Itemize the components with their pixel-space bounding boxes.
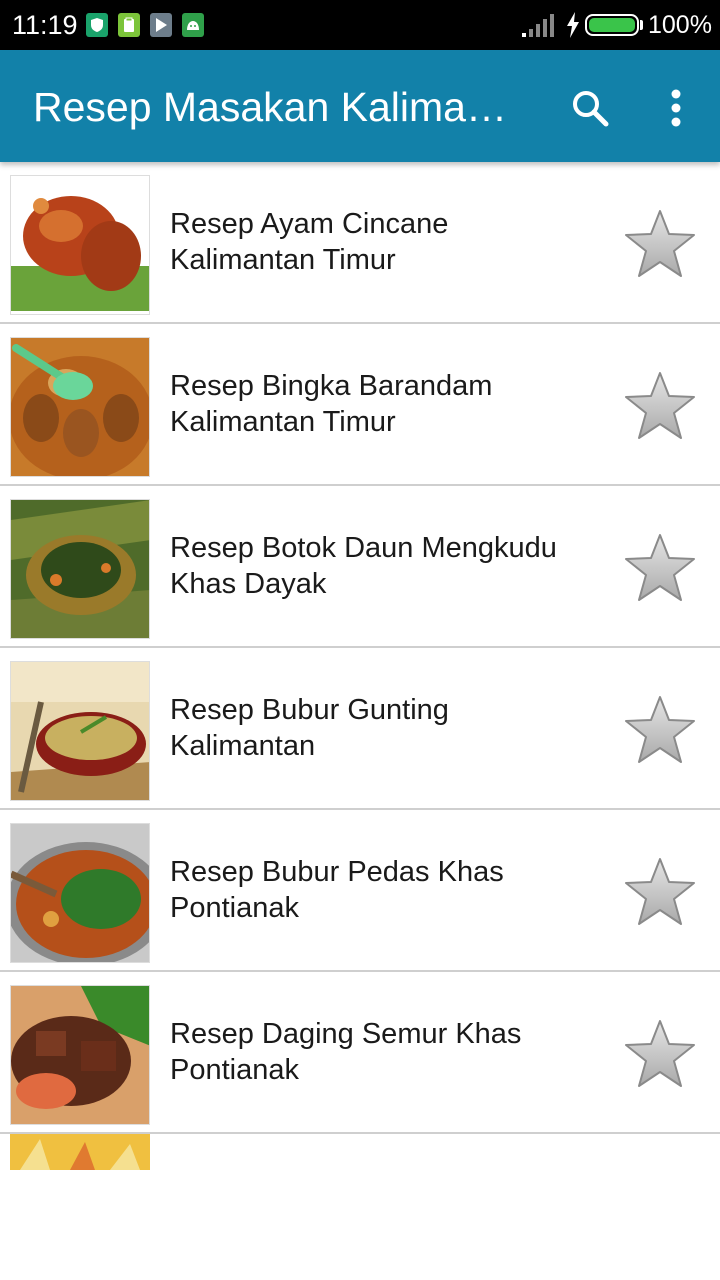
recipe-list-item[interactable]: Resep Ayam Cincane Kalimantan Timur (0, 162, 720, 324)
recipe-thumbnail (10, 985, 150, 1125)
overflow-menu-button[interactable] (648, 80, 704, 136)
recipe-list-item[interactable]: Resep Daging Semur Khas Pontianak (0, 972, 720, 1134)
recipe-title: Resep Bubur Gunting Kalimantan (170, 694, 449, 762)
recipe-list-item[interactable]: Resep Bubur Pedas Khas Pontianak (0, 810, 720, 972)
search-icon (573, 91, 609, 127)
star-icon[interactable] (622, 694, 698, 766)
recipe-title: Resep Ayam Cincane Kalimantan Timur (170, 208, 449, 276)
battery-fill (589, 18, 635, 32)
star-icon[interactable] (622, 370, 698, 442)
recipe-title: Resep Daging Semur Khas Pontianak (170, 1018, 522, 1086)
charging-icon (567, 12, 579, 38)
status-time: 11:19 (12, 10, 78, 40)
search-button[interactable] (562, 80, 618, 136)
app-bar: Resep Masakan Kalima… (0, 50, 720, 162)
recipe-thumbnail (10, 1134, 150, 1170)
clipboard-icon (118, 13, 140, 37)
battery-icon (585, 14, 639, 36)
app-title: Resep Masakan Kalima… (33, 84, 507, 130)
recipe-thumbnail (10, 499, 150, 639)
star-icon[interactable] (622, 208, 698, 280)
recipe-title: Resep Bingka Barandam Kalimantan Timur (170, 370, 493, 438)
star-icon[interactable] (622, 532, 698, 604)
vpn-shield-icon (86, 13, 108, 37)
recipe-list[interactable]: Resep Ayam Cincane Kalimantan Timur Rese… (0, 162, 720, 1280)
recipe-title: Resep Bubur Pedas Khas Pontianak (170, 856, 504, 924)
star-icon[interactable] (622, 856, 698, 928)
more-vert-icon (671, 89, 681, 127)
android-icon (182, 13, 204, 37)
recipe-thumbnail (10, 823, 150, 963)
recipe-thumbnail (10, 175, 150, 315)
star-icon[interactable] (622, 1018, 698, 1090)
recipe-thumbnail (10, 337, 150, 477)
recipe-list-item[interactable]: Resep Bubur Gunting Kalimantan (0, 648, 720, 810)
battery-percent: 100% (648, 11, 712, 39)
recipe-title: Resep Botok Daun Mengkudu Khas Dayak (170, 532, 557, 600)
battery-tip (640, 20, 643, 30)
play-store-icon (150, 13, 172, 37)
signal-icon (522, 14, 554, 37)
recipe-list-item[interactable]: Resep Bingka Barandam Kalimantan Timur (0, 324, 720, 486)
recipe-list-item[interactable] (0, 1134, 720, 1174)
recipe-thumbnail (10, 661, 150, 801)
status-bar: 11:19 100% (0, 0, 720, 50)
recipe-list-item[interactable]: Resep Botok Daun Mengkudu Khas Dayak (0, 486, 720, 648)
